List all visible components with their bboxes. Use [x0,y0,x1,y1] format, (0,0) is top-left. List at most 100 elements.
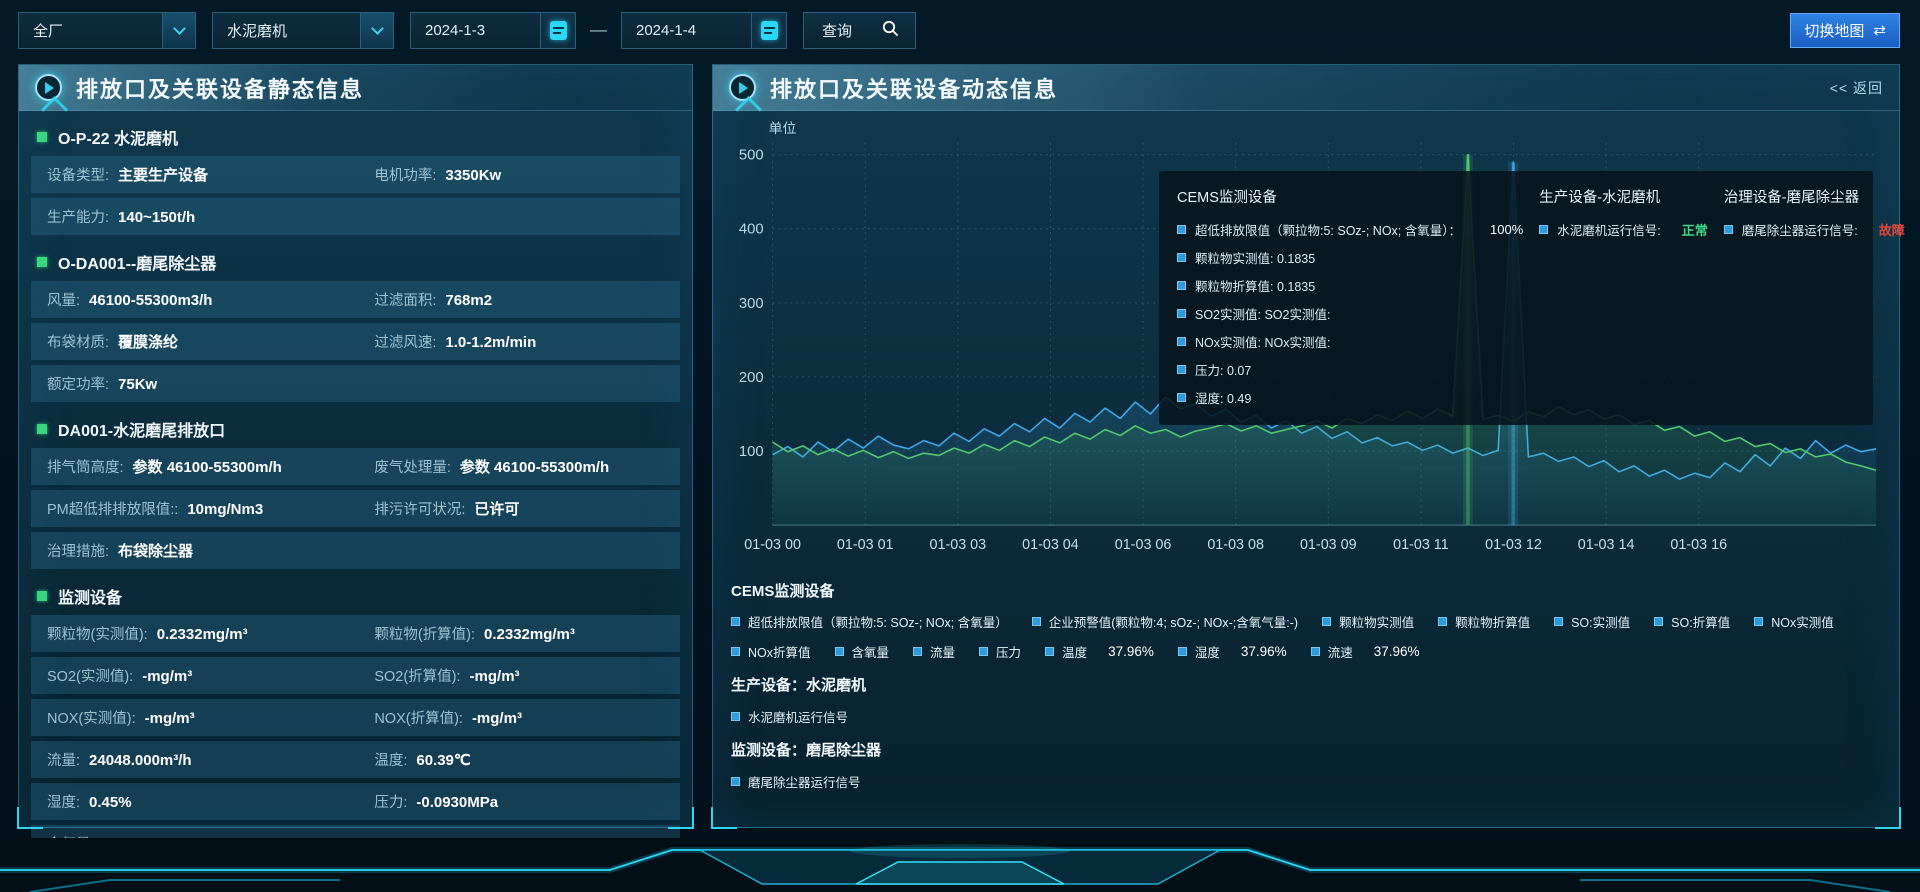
legend-item-label: SO:折算值 [1671,612,1730,631]
info-value: -mg/m³ [470,668,520,685]
info-value: 140~150t/h [118,209,195,226]
legend-item-value: 37.96% [1374,644,1420,659]
legend-item-label: 磨尾除尘器运行信号 [748,772,861,791]
section-header: DA001-水泥磨尾排放口 [19,407,692,448]
info-cell: NOX(折算值):-mg/m³ [374,707,664,728]
legend-item[interactable]: 颗粒物折算值 [1438,612,1530,631]
info-label: 过滤面积: [374,289,436,310]
legend-item[interactable]: 流速 37.96% [1311,642,1420,661]
legend-marker-icon [731,712,740,721]
legend-marker-icon [1177,309,1186,318]
static-info-panel: 排放口及关联设备静态信息 O-P-22 水泥磨机设备类型:主要生产设备电机功率:… [18,64,693,828]
tooltip-item-label: 颗粒物折算值: 0.1835 [1195,276,1315,295]
start-date-input[interactable]: 2024-1-3 [410,12,576,49]
legend-item-label: 企业预警值(颗粒物:4; sOz-; NOx-;含氧气量:-) [1049,612,1298,631]
legend-item-value: 37.96% [1108,644,1154,659]
back-link[interactable]: << 返回 [1830,78,1883,98]
legend-marker-icon [1724,225,1733,234]
legend-item[interactable]: 水泥磨机运行信号 [731,707,848,726]
plant-select[interactable]: 全厂 [18,12,196,49]
legend-item[interactable]: 超低排放限值（颗拉物:5: SOz-; NOx; 含氧量） [731,612,1008,631]
info-value: 0.45% [89,794,132,811]
info-cell: NOX(实测值):-mg/m³ [47,707,374,728]
dynamic-panel-header: 排放口及关联设备动态信息 << 返回 [713,65,1899,111]
info-label: 风量: [47,289,80,310]
legend-cems-heading: CEMS监测设备 [731,580,1881,601]
legend-marker-icon [1539,225,1548,234]
legend-item[interactable]: 压力 [979,642,1021,661]
tooltip-item-label: NOx实测值: NOx实测值: [1195,332,1330,351]
info-cell: 湿度:0.45% [47,791,374,812]
info-row: 排气筒高度:参数 46100-55300m/h废气处理量:参数 46100-55… [31,448,680,485]
info-value: 768m2 [445,292,492,309]
svg-text:200: 200 [739,370,764,386]
info-value: 0.2332mg/m³ [484,626,575,643]
info-label: SO2(折算值): [374,665,460,686]
footer-decoration [0,838,1920,892]
tooltip-item-value: 100% [1490,222,1523,237]
legend-item[interactable]: 含氧量 [835,642,890,661]
switch-map-button[interactable]: 切换地图 ⇄ [1790,13,1900,48]
legend-row-monitor: 磨尾除尘器运行信号 [731,772,1881,791]
info-value: -mg/m³ [142,668,192,685]
section-title: O-DA001--磨尾除尘器 [58,250,216,274]
device-select[interactable]: 水泥磨机 [212,12,394,49]
tooltip-item: SO2实测值: SO2实测值: [1177,304,1523,323]
tooltip-cems-items: 超低排放限值（颗拉物:5: SOz-; NOx; 含氧量）：100%颗粒物实测值… [1177,220,1523,407]
dynamic-panel-body: 单位50040030020010001-03 0001-03 0101-03 0… [713,111,1899,791]
static-info-body: O-P-22 水泥磨机设备类型:主要生产设备电机功率:3350Kw生产能力:14… [19,111,692,862]
info-row: 额定功率:75Kw [31,365,680,402]
legend-item[interactable]: SO:实测值 [1554,612,1630,631]
signal-label: 磨尾除尘器运行信号: [1742,220,1858,239]
info-cell: 排污许可状况: 已许可 [374,498,664,519]
info-row: 风量: 46100-55300m3/h 过滤面积: 768m2 [31,281,680,318]
svg-text:100: 100 [739,444,764,460]
query-button[interactable]: 查询 [803,12,916,49]
info-label: 颗粒物(折算值): [374,623,475,644]
info-cell: 废气处理量:参数 46100-55300m/h [374,456,664,477]
signal-label: 水泥磨机运行信号: [1557,220,1660,239]
info-value: 已许可 [474,498,519,519]
info-cell: 排气筒高度:参数 46100-55300m/h [47,456,374,477]
chart-area: 单位50040030020010001-03 0001-03 0101-03 0… [729,117,1883,565]
section-bullet-icon [37,424,47,434]
legend-item[interactable]: 湿度37.96% [1178,642,1287,661]
info-label: 废气处理量: [374,456,451,477]
chevron-down-icon[interactable] [162,13,195,48]
switch-map-label: 切换地图 [1804,20,1864,41]
legend-marker-icon [1322,617,1331,626]
legend-marker-icon [1554,617,1563,626]
info-value: 46100-55300m3/h [89,292,212,309]
info-cell: 设备类型:主要生产设备 [47,164,374,185]
status-badge: 正常 [1682,220,1708,239]
legend-item-label: 流速 [1328,642,1353,661]
info-cell: 流量:24048.000m³/h [47,749,374,770]
info-label: 布袋材质: [47,331,109,352]
legend-item[interactable]: NOx实测值 [1754,612,1834,631]
legend-marker-icon [1754,617,1763,626]
legend-item[interactable]: NOx折算值 [731,642,811,661]
info-cell: 过滤风速:1.0-1.2m/min [374,331,664,352]
tooltip-item: 超低排放限值（颗拉物:5: SOz-; NOx; 含氧量）：100% [1177,220,1523,239]
chevron-down-icon[interactable] [360,13,393,48]
legend-item[interactable]: 流量 [913,642,955,661]
legend-item-label: 温度 [1062,642,1087,661]
device-select-value: 水泥磨机 [227,20,287,41]
legend-item[interactable]: 磨尾除尘器运行信号 [731,772,861,791]
end-date-input[interactable]: 2024-1-4 [621,12,787,49]
legend-item[interactable]: 颗粒物实测值 [1322,612,1414,631]
info-label: 排污许可状况: [374,498,465,519]
tooltip-treatment-header: 治理设备-磨尾除尘器 [1724,186,1905,207]
svg-text:01-03 03: 01-03 03 [929,537,986,553]
legend-item[interactable]: 企业预警值(颗粒物:4; sOz-; NOx-;含氧气量:-) [1032,612,1298,631]
calendar-icon[interactable] [751,13,786,48]
svg-text:01-03 11: 01-03 11 [1393,537,1449,553]
legend-item[interactable]: SO:折算值 [1654,612,1730,631]
info-cell: 颗粒物(折算值): 0.2332mg/m³ [374,623,664,644]
calendar-icon[interactable] [540,13,575,48]
date-range-separator: — [590,20,607,40]
play-icon [729,74,756,101]
legend-item[interactable]: 温度 37.96% [1045,642,1154,661]
info-label: 生产能力: [47,206,109,227]
svg-text:01-03 06: 01-03 06 [1115,537,1172,553]
